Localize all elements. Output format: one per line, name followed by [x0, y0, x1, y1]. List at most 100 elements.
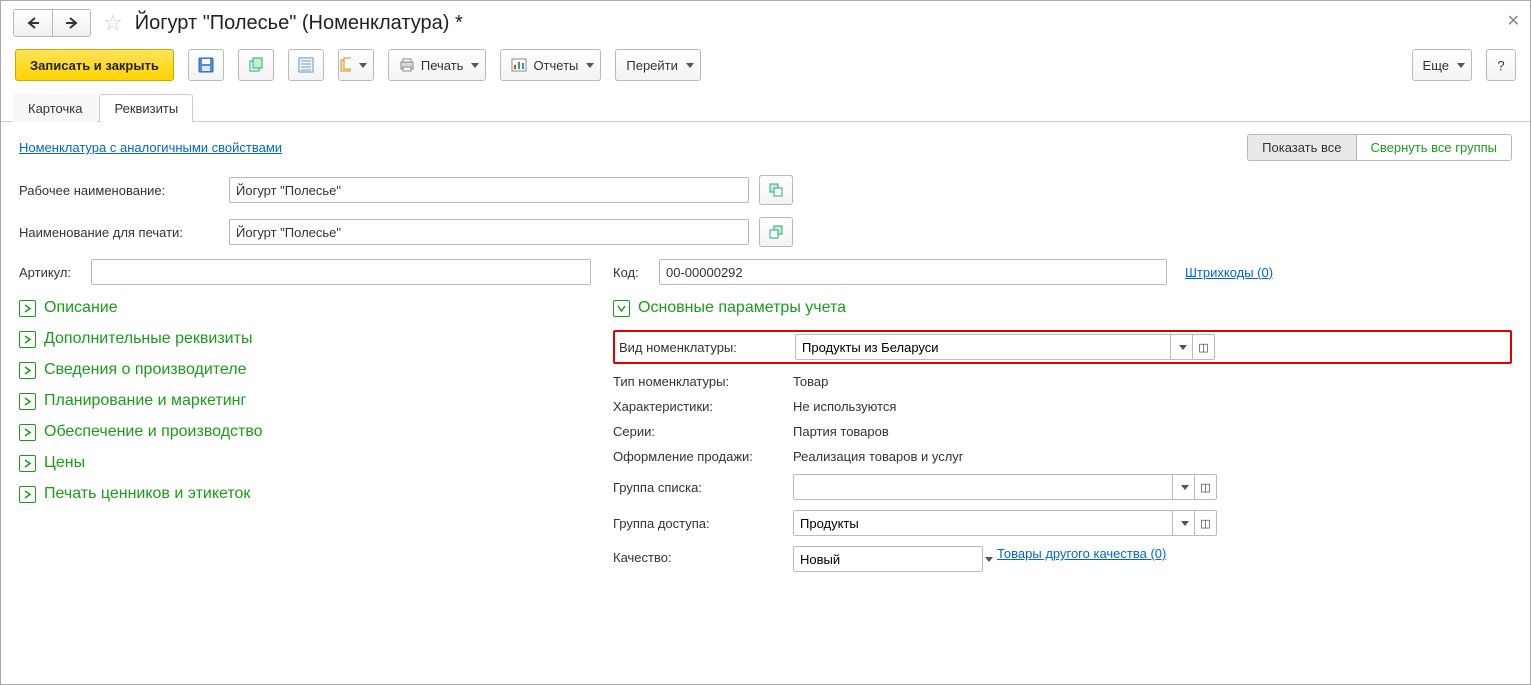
copy-icon [248, 57, 264, 73]
content: Номенклатура с аналогичными свойствами П… [1, 122, 1530, 594]
print-icon [399, 57, 415, 73]
list-icon [298, 57, 314, 73]
kind-select[interactable]: ◫ [795, 334, 1215, 360]
barcodes-link[interactable]: Штрихкоды (0) [1185, 265, 1273, 280]
code-input[interactable] [659, 259, 1167, 285]
reports-button[interactable]: Отчеты [500, 49, 601, 81]
exp-prices[interactable]: Цены [19, 454, 579, 472]
goto-label: Перейти [626, 58, 678, 73]
save-and-close-button[interactable]: Записать и закрыть [15, 49, 174, 81]
topline: Номенклатура с аналогичными свойствами П… [19, 134, 1512, 161]
exp-planning[interactable]: Планирование и маркетинг [19, 392, 579, 410]
exp-description[interactable]: Описание [19, 299, 579, 317]
quality-select[interactable] [793, 546, 983, 572]
other-quality-link[interactable]: Товары другого качества (0) [997, 546, 1166, 561]
caret-down-icon [586, 63, 594, 68]
save-icon [198, 57, 214, 73]
tab-card[interactable]: Карточка [13, 94, 97, 122]
series-row: Серии: Партия товаров [613, 424, 1512, 439]
group-access-dropdown-button[interactable] [1172, 511, 1194, 535]
group-access-row: Группа доступа: ◫ [613, 510, 1512, 536]
analog-link[interactable]: Номенклатура с аналогичными свойствами [19, 140, 282, 155]
caret-down-icon [471, 63, 479, 68]
help-button[interactable]: ? [1486, 49, 1516, 81]
nav-buttons [13, 9, 91, 37]
copy-up-button[interactable] [759, 217, 793, 247]
caret-down-icon [1181, 521, 1189, 526]
save-button[interactable] [188, 49, 224, 81]
kind-row-highlighted: Вид номенклатуры: ◫ [613, 330, 1512, 364]
work-name-label: Рабочее наименование: [19, 183, 229, 198]
group-list-open-button[interactable]: ◫ [1194, 475, 1216, 499]
group-access-input[interactable] [794, 511, 1172, 535]
chevron-right-icon [19, 331, 36, 348]
quality-dropdown-button[interactable] [982, 547, 993, 571]
print-button[interactable]: Печать [388, 49, 487, 81]
print-name-row: Наименование для печати: [19, 217, 1512, 247]
page-title: Йогурт "Полесье" (Номенклатура) * [135, 12, 463, 35]
caret-down-icon [985, 557, 993, 562]
caret-down-icon [359, 63, 367, 68]
more-label: Еще [1423, 58, 1449, 73]
code-label: Код: [613, 265, 659, 280]
group-toggle: Показать все Свернуть все группы [1247, 134, 1512, 161]
work-name-row: Рабочее наименование: [19, 175, 1512, 205]
reports-icon [511, 57, 527, 73]
print-name-input[interactable] [229, 219, 749, 245]
copy-button[interactable] [238, 49, 274, 81]
group-list-dropdown-button[interactable] [1172, 475, 1194, 499]
quality-input[interactable] [794, 547, 982, 571]
exp-supply[interactable]: Обеспечение и производство [19, 423, 579, 441]
print-name-label: Наименование для печати: [19, 225, 229, 240]
right-column: Основные параметры учета Вид номенклатур… [613, 299, 1512, 582]
sku-input[interactable] [91, 259, 591, 285]
caret-down-icon [1181, 485, 1189, 490]
group-access-open-button[interactable]: ◫ [1194, 511, 1216, 535]
window: ☆ Йогурт "Полесье" (Номенклатура) * ✕ За… [0, 0, 1531, 685]
kind-input[interactable] [796, 335, 1170, 359]
group-list-input[interactable] [794, 475, 1172, 499]
copy-down-button[interactable] [759, 175, 793, 205]
collapse-all-button[interactable]: Свернуть все группы [1356, 135, 1511, 160]
kind-dropdown-button[interactable] [1170, 335, 1192, 359]
copy-up-icon [768, 224, 784, 240]
columns: Описание Дополнительные реквизиты Сведен… [19, 299, 1512, 582]
chevron-right-icon [19, 300, 36, 317]
list-button[interactable] [288, 49, 324, 81]
titlebar: ☆ Йогурт "Полесье" (Номенклатура) * ✕ [1, 1, 1530, 41]
arrow-left-icon [26, 17, 40, 29]
save-and-close-label: Записать и закрыть [30, 58, 159, 73]
copy-down-icon [768, 182, 784, 198]
toolbar: Записать и закрыть Печать Отчеты Перейти [1, 41, 1530, 93]
chevron-right-icon [19, 393, 36, 410]
type-row: Тип номенклатуры: Товар [613, 374, 1512, 389]
chevron-right-icon [19, 424, 36, 441]
kind-open-button[interactable]: ◫ [1192, 335, 1214, 359]
exp-additional[interactable]: Дополнительные реквизиты [19, 330, 579, 348]
quality-row: Качество: Товары другого качества (0) [613, 546, 1512, 572]
work-name-input[interactable] [229, 177, 749, 203]
reports-label: Отчеты [533, 58, 578, 73]
group-list-select[interactable]: ◫ [793, 474, 1217, 500]
files-icon [339, 57, 351, 73]
close-button[interactable]: ✕ [1507, 11, 1520, 31]
favorite-star-icon[interactable]: ☆ [103, 10, 123, 36]
group-access-select[interactable]: ◫ [793, 510, 1217, 536]
sale-row: Оформление продажи: Реализация товаров и… [613, 449, 1512, 464]
nav-back-button[interactable] [14, 10, 52, 36]
exp-producer[interactable]: Сведения о производителе [19, 361, 579, 379]
chevron-right-icon [19, 486, 36, 503]
char-row: Характеристики: Не используются [613, 399, 1512, 414]
chevron-down-icon [613, 300, 630, 317]
show-all-button[interactable]: Показать все [1248, 135, 1355, 160]
left-column: Описание Дополнительные реквизиты Сведен… [19, 299, 579, 582]
arrow-right-icon [65, 17, 79, 29]
goto-button[interactable]: Перейти [615, 49, 701, 81]
sku-code-row: Артикул: Код: Штрихкоды (0) [19, 259, 1512, 285]
exp-labels[interactable]: Печать ценников и этикеток [19, 485, 579, 503]
exp-main-params[interactable]: Основные параметры учета [613, 299, 1512, 317]
tab-requisites[interactable]: Реквизиты [99, 94, 193, 122]
more-button[interactable]: Еще [1412, 49, 1472, 81]
db-dropdown-button[interactable] [338, 49, 374, 81]
nav-forward-button[interactable] [52, 10, 90, 36]
